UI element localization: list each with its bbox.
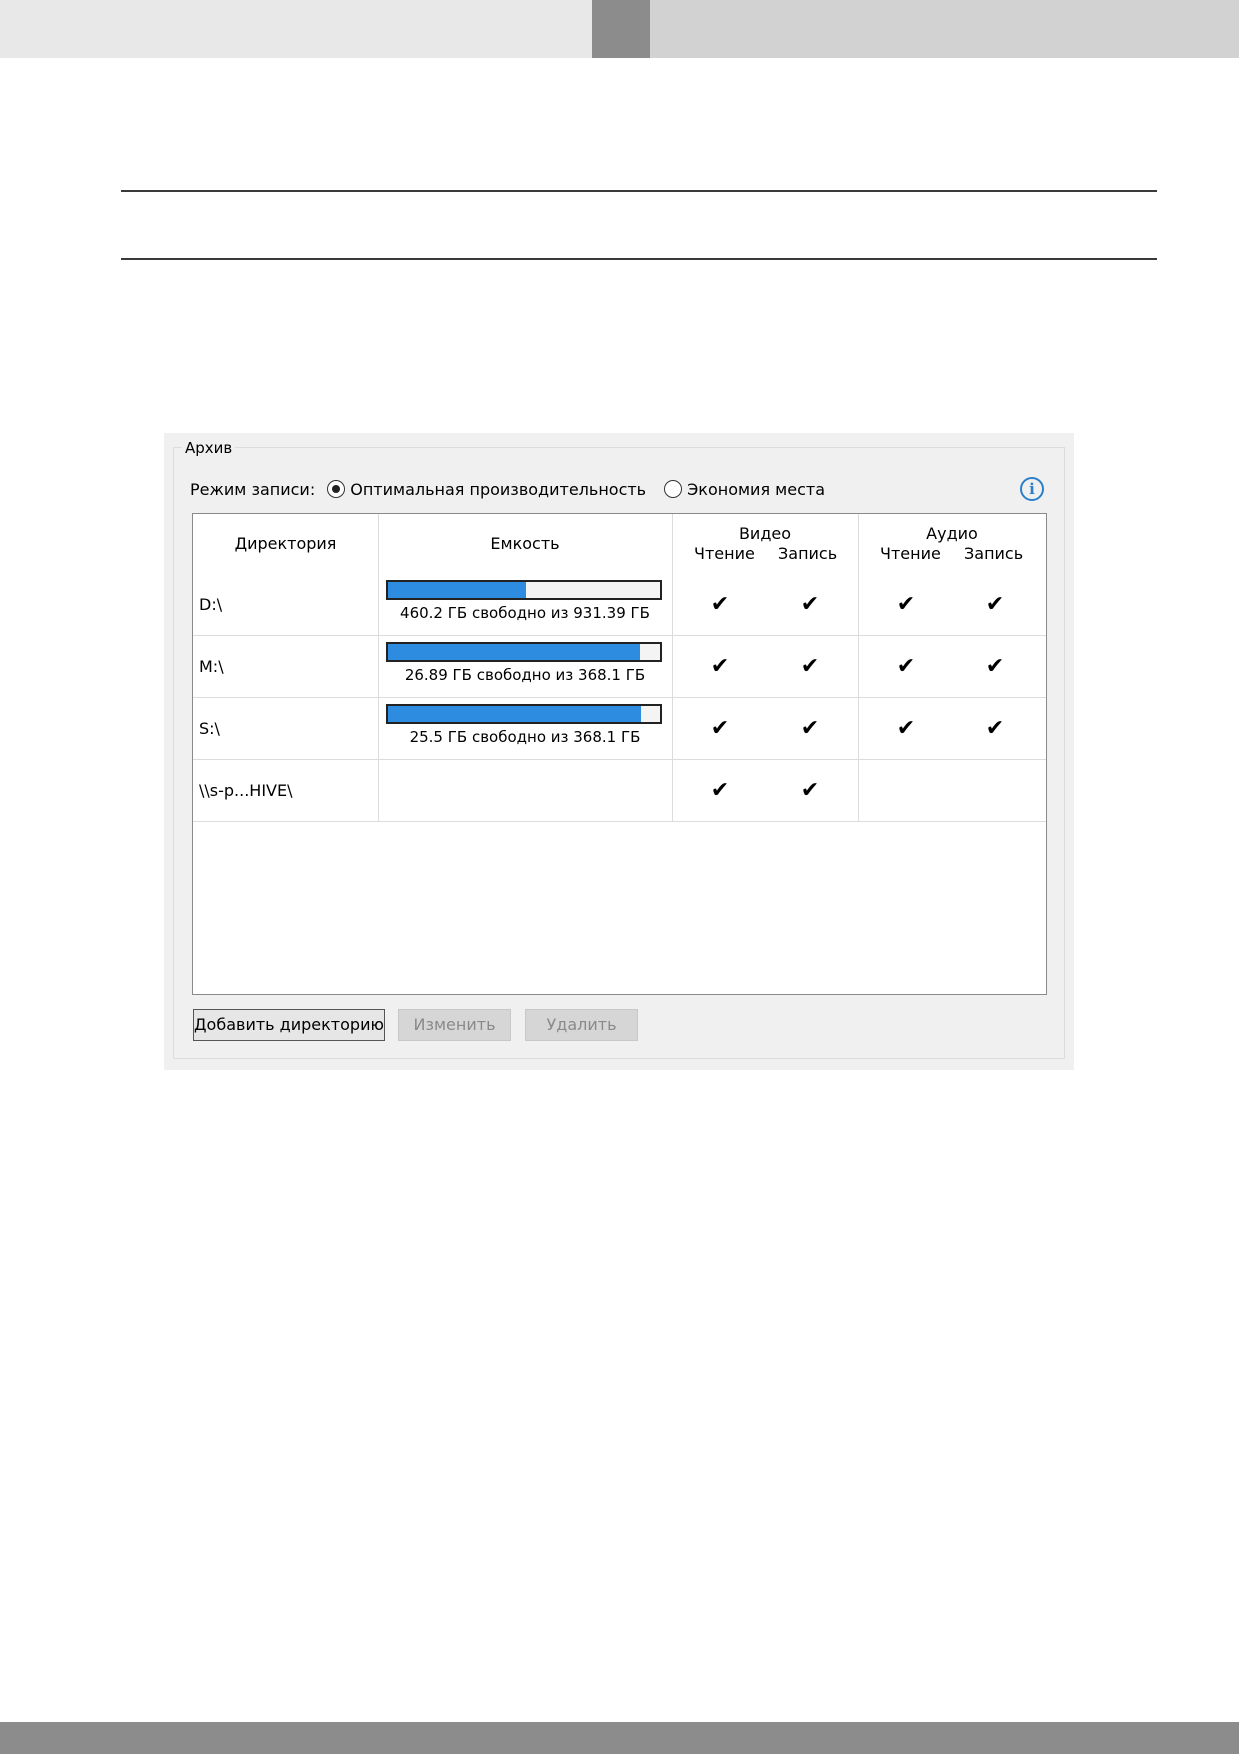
- header-video-write: Запись: [778, 544, 838, 563]
- audio-write-check-icon[interactable]: ✔: [983, 655, 1007, 679]
- header-video-read: Чтение: [694, 544, 755, 563]
- audio-read-check-icon[interactable]: ✔: [894, 593, 918, 617]
- table-row[interactable]: D:\ 460.2 ГБ свободно из 931.39 ГБ ✔ ✔ ✔ ✔: [193, 574, 1046, 636]
- directory-cell: D:\: [199, 595, 223, 614]
- capacity-text: 460.2 ГБ свободно из 931.39 ГБ: [400, 604, 650, 622]
- info-icon[interactable]: i: [1020, 477, 1044, 501]
- table-row[interactable]: M:\ 26.89 ГБ свободно из 368.1 ГБ ✔ ✔ ✔ ✔: [193, 636, 1046, 698]
- video-read-check-icon[interactable]: ✔: [708, 655, 732, 679]
- second-rule: [121, 258, 1157, 260]
- directory-cell: M:\: [199, 657, 224, 676]
- header-audio-write: Запись: [964, 544, 1024, 563]
- header-audio: Аудио Чтение Запись: [858, 514, 1046, 574]
- capacity-progress-bar: [386, 580, 662, 600]
- capacity-progress-bar: [386, 642, 662, 662]
- capacity-text: 25.5 ГБ свободно из 368.1 ГБ: [409, 728, 641, 746]
- page-header-left-bar: [0, 0, 592, 58]
- audio-read-check-icon[interactable]: ✔: [894, 655, 918, 679]
- video-write-check-icon[interactable]: ✔: [798, 779, 822, 803]
- audio-write-check-icon[interactable]: ✔: [983, 717, 1007, 741]
- recording-mode-label: Режим записи:: [190, 479, 316, 499]
- table-header: Директория Емкость Видео Чтение Запись А…: [193, 514, 1046, 574]
- directories-table: Директория Емкость Видео Чтение Запись А…: [192, 513, 1047, 995]
- page-header-marker: [592, 0, 650, 58]
- capacity-progress-fill: [388, 644, 641, 660]
- video-write-check-icon[interactable]: ✔: [798, 717, 822, 741]
- page-header-right-bar: [650, 0, 1239, 58]
- video-write-check-icon[interactable]: ✔: [798, 593, 822, 617]
- archive-group-title: Архив: [182, 439, 236, 457]
- add-directory-button[interactable]: Добавить директорию: [193, 1009, 385, 1041]
- header-capacity: Емкость: [490, 534, 560, 553]
- capacity-progress-bar: [386, 704, 662, 724]
- delete-button[interactable]: Удалить: [525, 1009, 638, 1041]
- video-read-check-icon[interactable]: ✔: [708, 779, 732, 803]
- archive-settings-panel: Архив Режим записи: Оптимальная производ…: [164, 433, 1074, 1070]
- capacity-text: 26.89 ГБ свободно из 368.1 ГБ: [404, 666, 646, 684]
- audio-read-check-icon[interactable]: ✔: [894, 717, 918, 741]
- audio-write-check-icon[interactable]: ✔: [983, 593, 1007, 617]
- table-row[interactable]: \\s-p...HIVE\ ✔ ✔: [193, 760, 1046, 822]
- table-row[interactable]: S:\ 25.5 ГБ свободно из 368.1 ГБ ✔ ✔ ✔ ✔: [193, 698, 1046, 760]
- header-video: Видео Чтение Запись: [672, 514, 858, 574]
- top-rule: [121, 190, 1157, 192]
- header-directory: Директория: [234, 534, 337, 553]
- capacity-progress-fill: [388, 706, 642, 722]
- video-read-check-icon[interactable]: ✔: [708, 593, 732, 617]
- edit-button[interactable]: Изменить: [398, 1009, 511, 1041]
- video-read-check-icon[interactable]: ✔: [708, 717, 732, 741]
- capacity-progress-fill: [388, 582, 526, 598]
- radio-optimal-performance[interactable]: [327, 480, 346, 498]
- radio-space-saving[interactable]: [664, 480, 683, 498]
- radio-space-saving-label[interactable]: Экономия места: [687, 480, 825, 499]
- video-write-check-icon[interactable]: ✔: [798, 655, 822, 679]
- directory-cell: S:\: [199, 719, 220, 738]
- directory-cell: \\s-p...HIVE\: [199, 781, 293, 800]
- header-audio-read: Чтение: [880, 544, 941, 563]
- header-audio-label: Аудио: [926, 524, 978, 543]
- recording-mode-row: Режим записи: Оптимальная производительн…: [190, 477, 825, 501]
- page-footer-bar: [0, 1722, 1239, 1754]
- header-video-label: Видео: [738, 524, 792, 543]
- radio-optimal-performance-label[interactable]: Оптимальная производительность: [350, 480, 646, 499]
